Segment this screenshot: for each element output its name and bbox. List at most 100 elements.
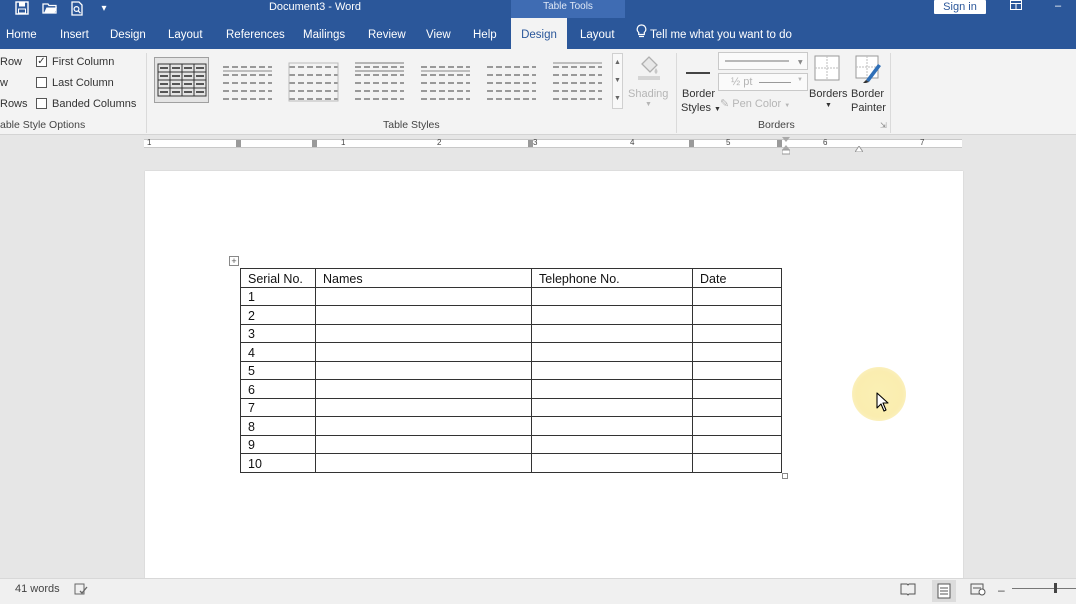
tab-table-design[interactable]: Design (511, 18, 567, 49)
border-styles-label-line2[interactable]: Styles ▼ (681, 102, 721, 114)
hanging-indent-marker[interactable] (854, 143, 864, 155)
tab-layout[interactable]: Layout (162, 18, 209, 49)
shading-bucket-icon[interactable] (636, 54, 662, 85)
borders-dropdown-icon[interactable]: ▼ (825, 102, 832, 109)
open-folder-icon[interactable] (42, 1, 58, 17)
horizontal-ruler[interactable]: 1 1 2 3 4 5 6 7 (144, 138, 962, 148)
table-cell[interactable]: 3 (240, 323, 316, 343)
gallery-scroll-control[interactable]: ▲ ▼ ▼ (612, 53, 623, 109)
zoom-out-icon[interactable]: – (998, 582, 1014, 598)
table-cell[interactable] (692, 323, 782, 343)
border-styles-label-line1[interactable]: Border (682, 88, 715, 100)
table-cell[interactable] (692, 342, 782, 362)
gallery-more-icon[interactable]: ▼ (613, 90, 622, 108)
zoom-slider-thumb[interactable] (1054, 583, 1057, 593)
column-marker[interactable] (312, 140, 317, 147)
document-table[interactable]: Serial No. Names Telephone No. Date 1 2 … (240, 268, 782, 473)
tab-review[interactable]: Review (362, 18, 412, 49)
word-count[interactable]: 41 words (15, 583, 60, 595)
sign-in-button[interactable]: Sign in (934, 0, 986, 14)
table-style-plain-1[interactable] (220, 57, 275, 103)
border-painter-icon[interactable] (854, 54, 882, 87)
header-row-option-label[interactable]: Row (0, 56, 22, 68)
table-cell[interactable] (315, 416, 532, 436)
tab-references[interactable]: References (220, 18, 291, 49)
table-cell[interactable] (531, 323, 693, 343)
banded-rows-option-label[interactable]: Rows (0, 98, 28, 110)
proofing-icon[interactable] (74, 582, 90, 598)
table-cell[interactable] (531, 416, 693, 436)
gallery-up-arrow-icon[interactable]: ▲ (613, 54, 622, 72)
table-cell[interactable] (531, 286, 693, 306)
pen-color-button[interactable]: ✎ Pen Color ▼ (720, 97, 790, 110)
tab-table-layout[interactable]: Layout (574, 18, 621, 49)
border-painter-label-line1[interactable]: Border (851, 88, 884, 100)
table-cell[interactable]: 10 (240, 453, 316, 473)
tab-mailings[interactable]: Mailings (297, 18, 351, 49)
zoom-slider[interactable] (1012, 588, 1076, 589)
tab-insert[interactable]: Insert (54, 18, 95, 49)
tab-design[interactable]: Design (104, 18, 152, 49)
table-cell[interactable] (315, 397, 532, 417)
web-layout-icon[interactable] (970, 582, 986, 598)
table-cell[interactable] (315, 305, 532, 325)
column-marker[interactable] (236, 140, 241, 147)
table-cell[interactable] (692, 416, 782, 436)
header-cell-date[interactable]: Date (692, 268, 782, 288)
table-cell[interactable]: 6 (240, 379, 316, 399)
table-cell[interactable] (315, 323, 532, 343)
table-cell[interactable] (692, 360, 782, 380)
total-row-option-label[interactable]: w (0, 77, 8, 89)
table-style-plain-4[interactable] (418, 57, 473, 103)
print-layout-icon[interactable] (932, 580, 956, 602)
table-style-grid-selected[interactable] (154, 57, 209, 103)
table-cell[interactable]: 2 (240, 305, 316, 325)
table-style-plain-5[interactable] (484, 57, 539, 103)
table-cell[interactable] (315, 434, 532, 454)
table-cell[interactable]: 1 (240, 286, 316, 306)
table-cell[interactable] (692, 397, 782, 417)
table-cell[interactable] (531, 305, 693, 325)
print-preview-icon[interactable] (69, 1, 85, 17)
table-cell[interactable] (531, 342, 693, 362)
header-cell-serial[interactable]: Serial No. (240, 268, 316, 288)
table-resize-handle-icon[interactable] (782, 473, 788, 479)
borders-grid-icon[interactable] (813, 54, 841, 85)
table-cell[interactable] (692, 286, 782, 306)
shading-dropdown-icon[interactable]: ▼ (645, 101, 652, 108)
table-cell[interactable]: 4 (240, 342, 316, 362)
table-style-plain-6[interactable] (550, 57, 605, 103)
first-column-checkbox[interactable]: ✓ (36, 56, 47, 67)
table-move-handle-icon[interactable]: + (229, 256, 239, 266)
column-marker[interactable] (689, 140, 694, 147)
banded-columns-checkbox[interactable] (36, 98, 47, 109)
table-cell[interactable] (531, 360, 693, 380)
table-cell[interactable] (531, 453, 693, 473)
table-cell[interactable] (531, 379, 693, 399)
table-cell[interactable]: 7 (240, 397, 316, 417)
table-cell[interactable]: 8 (240, 416, 316, 436)
minimize-icon[interactable]: – (1048, 0, 1068, 14)
table-cell[interactable] (692, 379, 782, 399)
customize-qat-icon[interactable]: ▾ (96, 1, 112, 17)
table-cell[interactable] (315, 286, 532, 306)
ribbon-display-options-icon[interactable] (1006, 0, 1026, 14)
table-cell[interactable] (692, 453, 782, 473)
border-painter-label-line2[interactable]: Painter (851, 102, 886, 114)
table-cell[interactable] (531, 397, 693, 417)
read-mode-icon[interactable] (900, 582, 916, 598)
border-styles-icon[interactable] (686, 67, 710, 79)
tab-home[interactable]: Home (0, 18, 43, 49)
shading-label[interactable]: Shading (628, 88, 668, 100)
table-cell[interactable] (315, 360, 532, 380)
last-column-checkbox[interactable] (36, 77, 47, 88)
line-weight-dropdown[interactable]: ½ pt ▼ (718, 73, 808, 91)
tell-me-search[interactable]: Tell me what you want to do (636, 18, 792, 49)
table-cell[interactable] (315, 342, 532, 362)
header-cell-names[interactable]: Names (315, 268, 532, 288)
borders-label[interactable]: Borders (809, 88, 848, 100)
borders-dialog-launcher-icon[interactable]: ⇲ (880, 121, 887, 130)
table-style-plain-2[interactable] (286, 57, 341, 103)
table-cell[interactable]: 9 (240, 434, 316, 454)
table-cell[interactable]: 5 (240, 360, 316, 380)
